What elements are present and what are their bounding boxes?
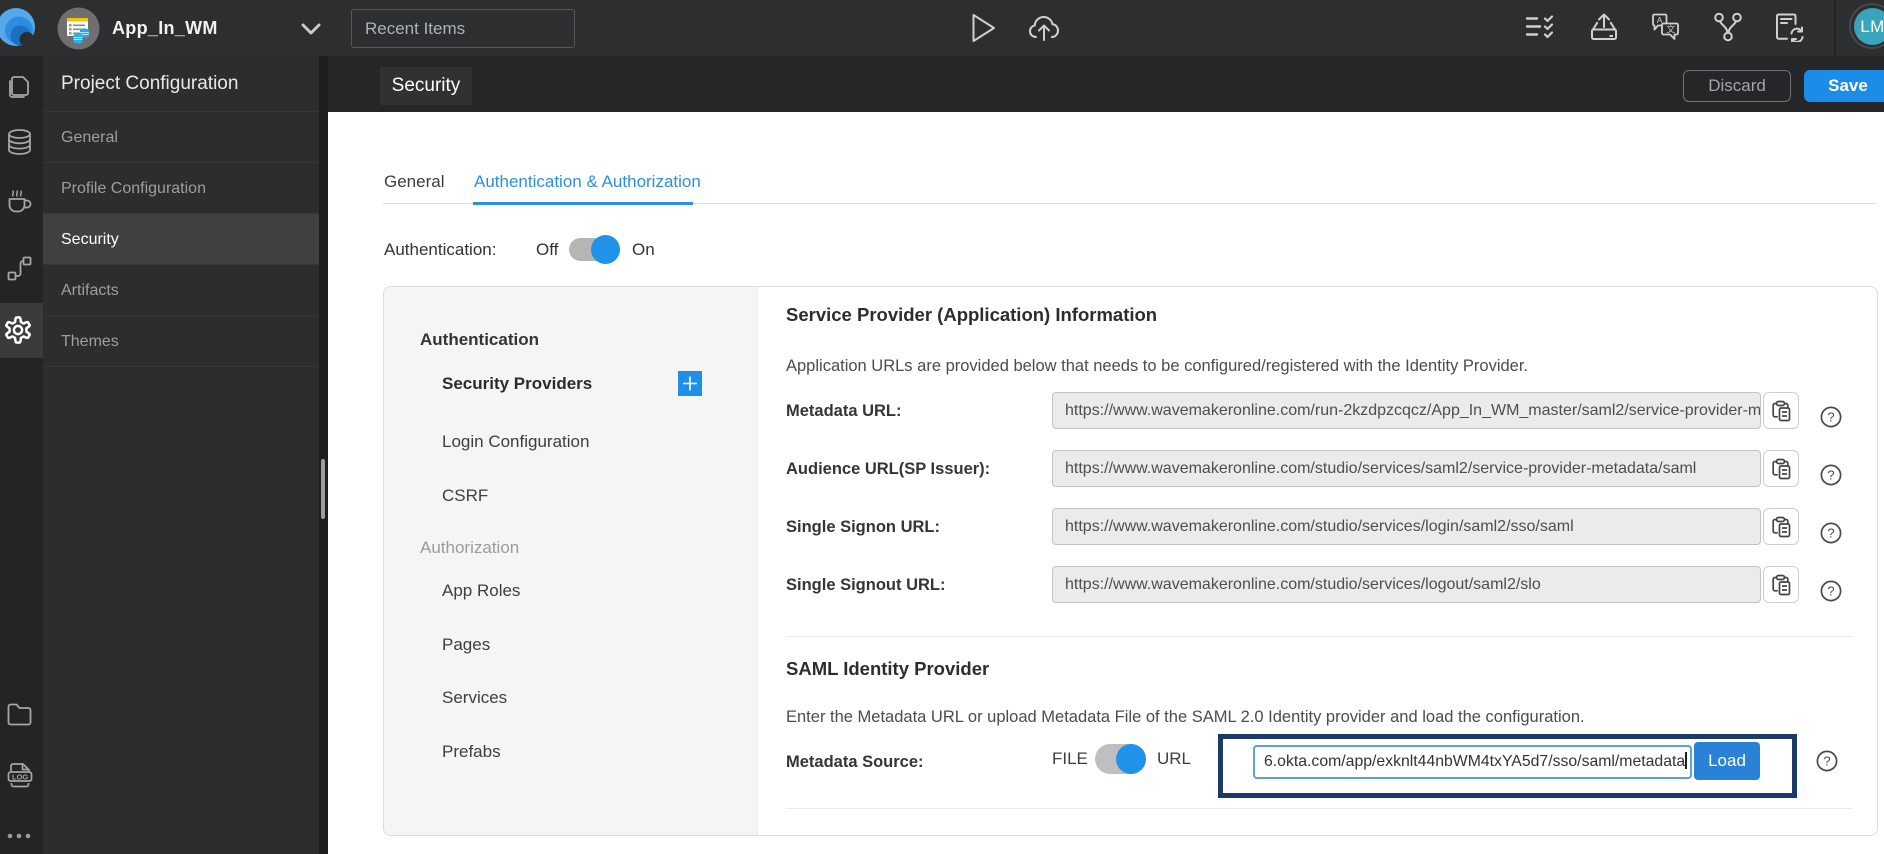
svg-text:文: 文: [1666, 24, 1675, 35]
svg-text:?: ?: [1827, 526, 1834, 541]
svg-text:?: ?: [1827, 410, 1834, 425]
svg-text:LOG: LOG: [12, 773, 28, 782]
svg-text:?: ?: [1827, 584, 1834, 599]
svg-text:?: ?: [1823, 754, 1830, 769]
svg-text:?: ?: [1827, 468, 1834, 483]
